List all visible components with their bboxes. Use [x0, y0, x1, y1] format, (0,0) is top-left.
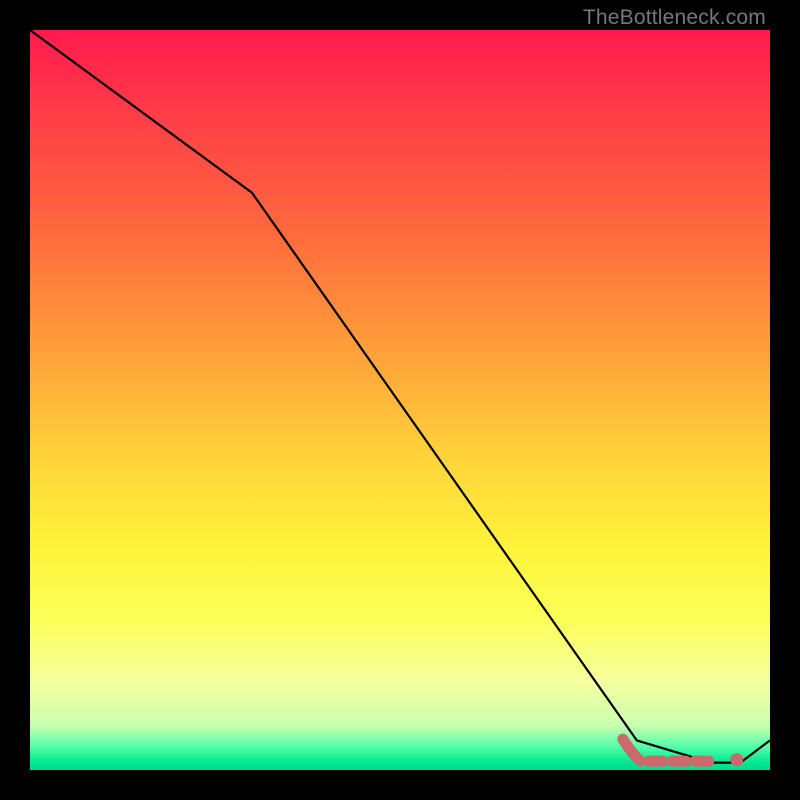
- curve-line: [30, 30, 770, 763]
- chart-frame: TheBottleneck.com: [0, 0, 800, 800]
- chart-overlay: [30, 30, 770, 770]
- marker-dot: [730, 753, 743, 766]
- credit-label: TheBottleneck.com: [583, 6, 766, 30]
